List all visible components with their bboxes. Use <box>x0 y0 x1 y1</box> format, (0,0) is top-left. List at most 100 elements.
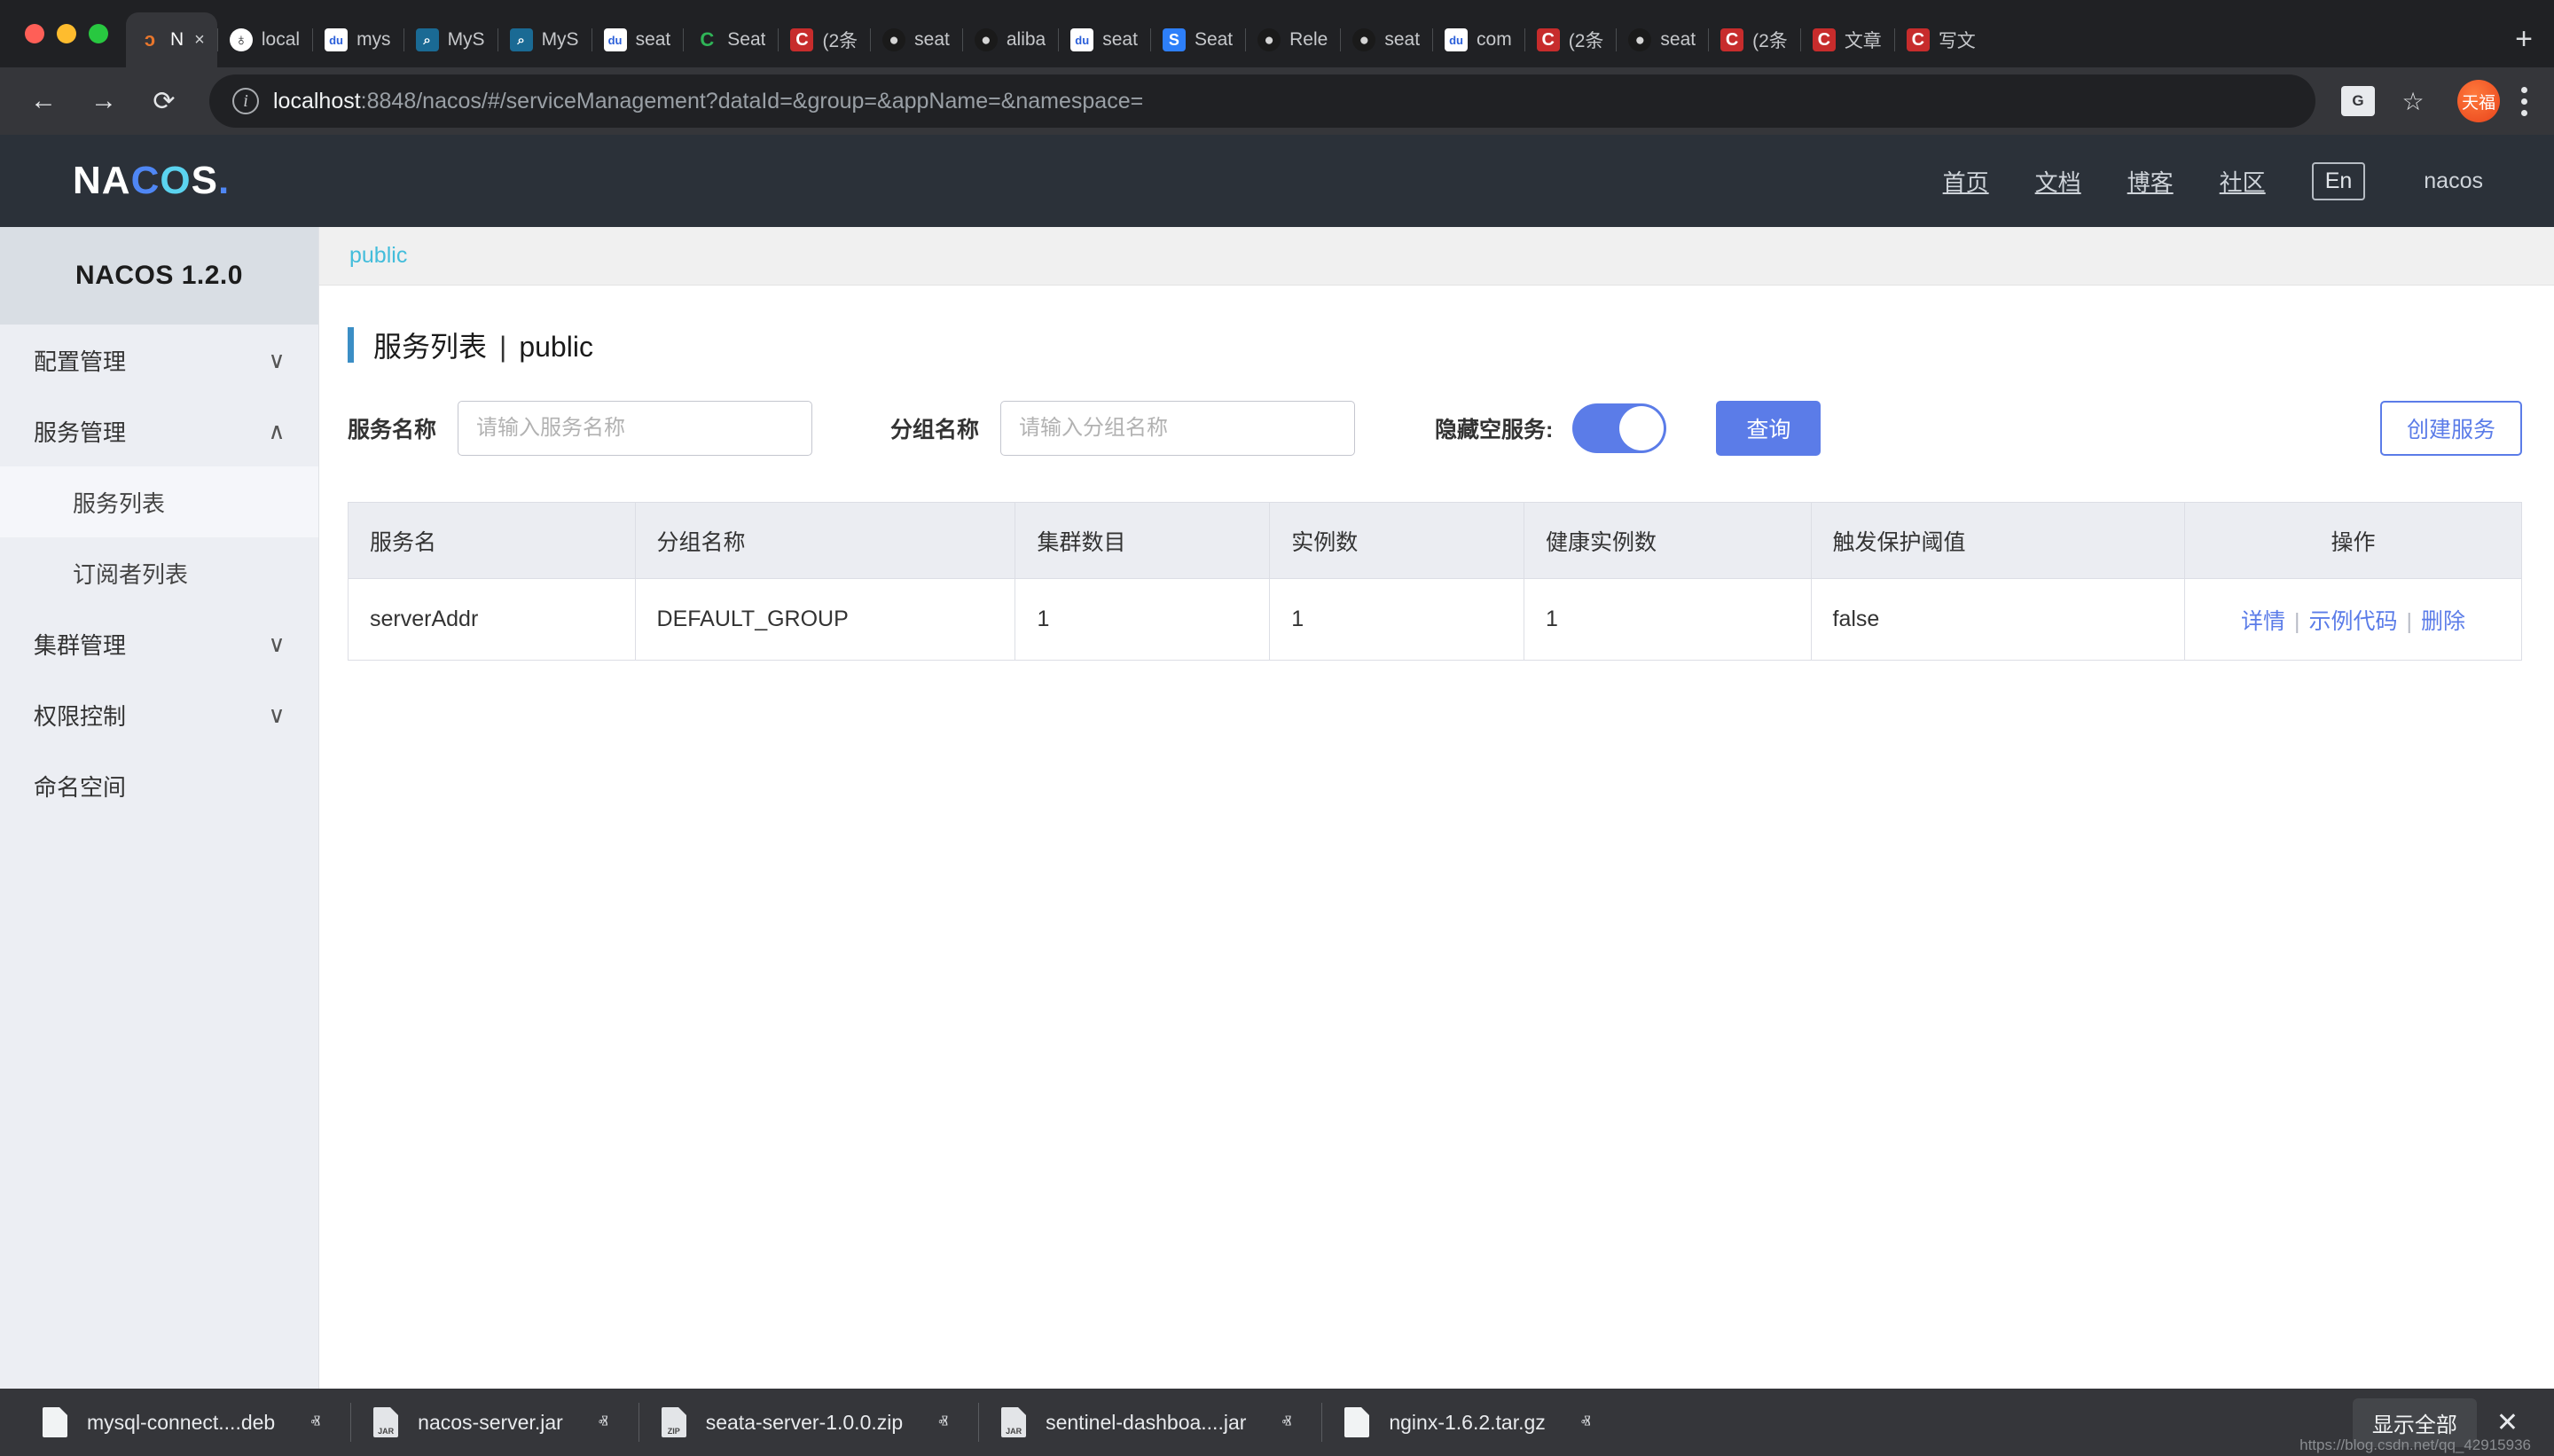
tab-title: seat <box>636 29 671 51</box>
mysql-icon: ⌕ <box>510 28 533 51</box>
profile-avatar[interactable]: 天福 <box>2457 80 2500 122</box>
hide-empty-services-toggle[interactable] <box>1572 403 1666 453</box>
group-name-input[interactable] <box>1000 401 1355 456</box>
watermark-text: https://blog.csdn.net/qq_42915936 <box>2299 1436 2531 1454</box>
browser-tab[interactable]: duseat <box>591 12 684 67</box>
browser-tab[interactable]: ● seat <box>1616 12 1708 67</box>
sidebar-subitem[interactable]: 服务列表 <box>0 466 318 537</box>
browser-tab[interactable]: duseat <box>1058 12 1150 67</box>
tab-close-icon[interactable]: × <box>194 30 205 51</box>
browser-menu-icon[interactable] <box>2514 87 2534 116</box>
browser-chrome: ↄN×♁localdumys⌕MyS⌕MySduseatCSeatC(2条●se… <box>0 0 2554 135</box>
new-tab-button[interactable]: + <box>2499 14 2549 64</box>
browser-tab[interactable]: C写文 <box>1894 12 1988 67</box>
browser-tab[interactable]: dumys <box>312 12 403 67</box>
table-body: serverAddrDEFAULT_GROUP111false详情|示例代码|删… <box>349 579 2522 661</box>
github-icon: ● <box>975 28 998 51</box>
page-title: 服务列表|public <box>373 325 593 365</box>
chevron-down-icon[interactable]: ∨ <box>265 703 288 726</box>
nav-link-docs[interactable]: 文档 <box>2035 165 2081 198</box>
browser-tab[interactable]: C文章 <box>1800 12 1894 67</box>
back-button[interactable]: ← <box>16 74 71 129</box>
mysql-icon: ⌕ <box>416 28 439 51</box>
chevron-down-icon[interactable]: ∨ <box>265 632 288 655</box>
browser-tab[interactable]: ● seat <box>870 12 962 67</box>
browser-tab[interactable]: ducom <box>1432 12 1524 67</box>
breadcrumb-link-public[interactable]: public <box>349 243 407 269</box>
action-detail-link[interactable]: 详情 <box>2241 609 2285 634</box>
action-separator: | <box>2407 609 2413 634</box>
tab-title: MyS <box>542 29 579 51</box>
tab-title: seat <box>914 29 950 51</box>
download-item[interactable]: JARnacos-server.jarⱏ <box>350 1397 638 1447</box>
sidebar-subitem[interactable]: 订阅者列表 <box>0 537 318 608</box>
site-info-icon[interactable]: i <box>232 88 259 114</box>
browser-tab[interactable]: CSeat <box>683 12 778 67</box>
browser-tab[interactable]: C(2条 <box>1524 12 1617 67</box>
browser-tab[interactable]: ♁local <box>217 12 312 67</box>
browser-tab[interactable]: ●Rele <box>1245 12 1340 67</box>
browser-tab[interactable]: ●seat <box>1340 12 1432 67</box>
logo-dot: . <box>218 159 230 203</box>
sidebar-item[interactable]: 命名空间 <box>0 750 318 821</box>
chevron-up-icon[interactable]: ∧ <box>265 419 288 442</box>
chevron-up-icon[interactable]: ⱏ <box>1581 1411 1591 1434</box>
action-delete-link[interactable]: 删除 <box>2421 609 2465 634</box>
chevron-up-icon[interactable]: ⱏ <box>310 1411 320 1434</box>
browser-tab[interactable]: ↄN× <box>126 12 217 67</box>
jar-file-icon: JAR <box>1001 1407 1026 1437</box>
logo-na: NA <box>73 159 131 203</box>
download-item[interactable]: ZIPseata-server-1.0.0.zipⱏ <box>638 1397 978 1447</box>
address-bar-url: localhost:8848/nacos/#/serviceManagement… <box>273 89 1143 114</box>
browser-tab[interactable]: ⌕ MyS <box>497 12 591 67</box>
create-service-button[interactable]: 创建服务 <box>2380 401 2522 456</box>
service-name-input[interactable] <box>458 401 812 456</box>
window-close-button[interactable] <box>25 24 44 43</box>
tab-title: seat <box>1660 29 1696 51</box>
chevron-up-icon[interactable]: ⱏ <box>938 1411 948 1434</box>
chevron-up-icon[interactable]: ⱏ <box>1281 1411 1291 1434</box>
download-filename: nacos-server.jar <box>418 1411 563 1435</box>
sidebar-item[interactable]: 配置管理∨ <box>0 325 318 395</box>
chevron-up-icon[interactable]: ⱏ <box>599 1411 608 1434</box>
window-maximize-button[interactable] <box>89 24 108 43</box>
chevron-down-icon[interactable]: ∨ <box>265 348 288 372</box>
address-bar[interactable]: i localhost:8848/nacos/#/serviceManageme… <box>209 74 2315 128</box>
download-item[interactable]: JARsentinel-dashboa....jarⱏ <box>978 1397 1321 1447</box>
seata-icon: C <box>695 28 718 51</box>
window-minimize-button[interactable] <box>57 24 76 43</box>
group-name-label: 分组名称 <box>890 412 979 444</box>
browser-tab[interactable]: C(2条 <box>778 12 870 67</box>
sidebar-item[interactable]: 权限控制∨ <box>0 679 318 750</box>
browser-tab[interactable]: SSeat <box>1150 12 1245 67</box>
github-icon: ● <box>1628 28 1651 51</box>
forward-button[interactable]: → <box>76 74 131 129</box>
download-item[interactable]: mysql-connect....debⱏ <box>20 1397 350 1447</box>
title-accent-bar <box>348 327 354 363</box>
nav-link-blog[interactable]: 博客 <box>2127 165 2174 198</box>
window-controls <box>16 0 126 67</box>
language-toggle-button[interactable]: En <box>2312 162 2366 200</box>
globe-icon: ♁ <box>230 28 253 51</box>
nav-link-home[interactable]: 首页 <box>1943 165 1989 198</box>
sidebar-item-label: 服务管理 <box>34 415 265 448</box>
browser-tab[interactable]: ⌕MyS <box>403 12 497 67</box>
browser-tab[interactable]: ●aliba <box>962 12 1058 67</box>
table-row: serverAddrDEFAULT_GROUP111false详情|示例代码|删… <box>349 579 2522 661</box>
close-download-bar-button[interactable]: ✕ <box>2484 1407 2531 1438</box>
logo-s: S <box>192 159 218 203</box>
bookmark-star-icon[interactable]: ☆ <box>2388 76 2438 126</box>
github-icon: ● <box>882 28 905 51</box>
sidebar-item[interactable]: 服务管理∧ <box>0 395 318 466</box>
tab-title: 文章 <box>1845 27 1882 53</box>
user-menu[interactable]: nacos <box>2424 168 2483 194</box>
translate-icon[interactable]: G <box>2333 76 2383 126</box>
action-sample-code-link[interactable]: 示例代码 <box>2309 609 2398 634</box>
sidebar-item[interactable]: 集群管理∨ <box>0 608 318 679</box>
reload-button[interactable]: ⟳ <box>137 74 192 129</box>
nacos-logo[interactable]: NACOS. <box>73 159 230 203</box>
download-item[interactable]: nginx-1.6.2.tar.gzⱏ <box>1321 1397 1620 1447</box>
query-button[interactable]: 查询 <box>1716 401 1821 456</box>
browser-tab[interactable]: C(2条 <box>1708 12 1800 67</box>
nav-link-community[interactable]: 社区 <box>2220 165 2266 198</box>
